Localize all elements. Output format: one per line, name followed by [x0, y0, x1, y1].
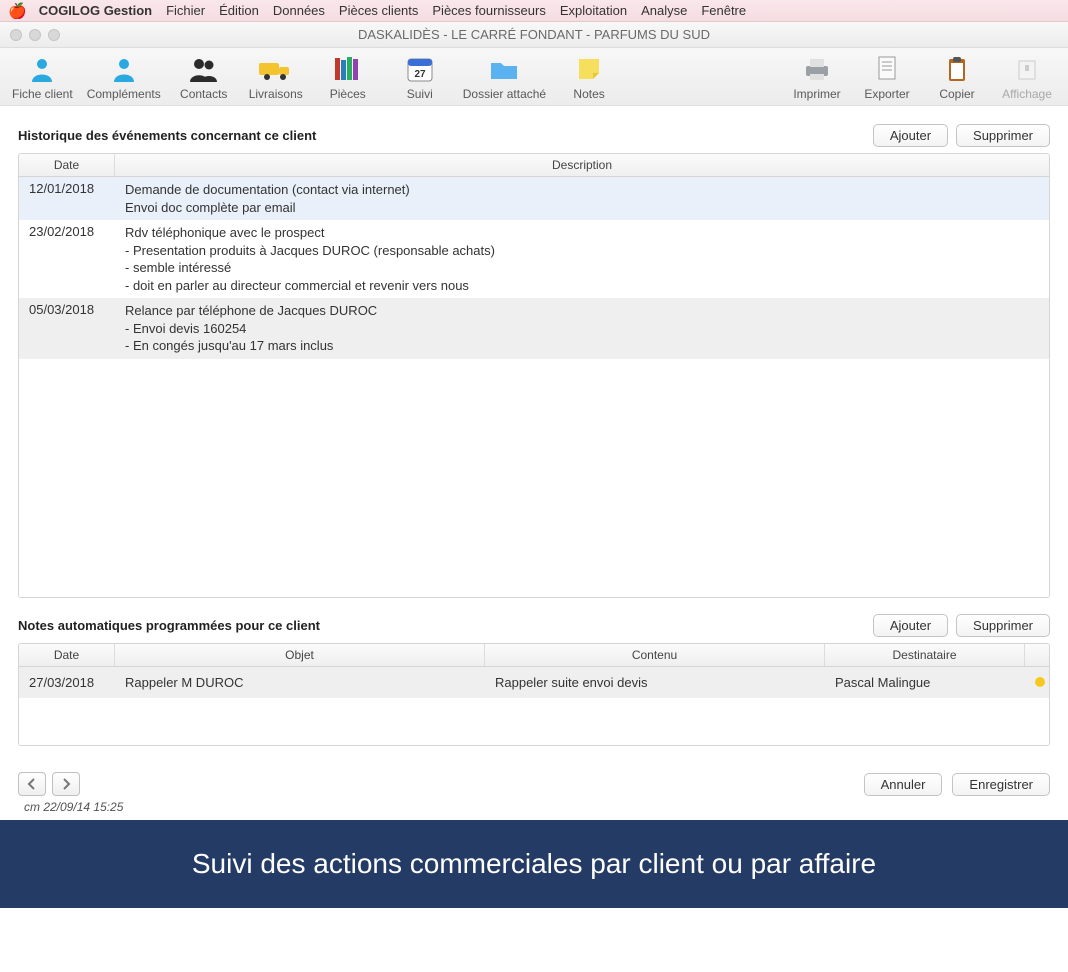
- toolbar-imprimer[interactable]: Imprimer: [788, 54, 846, 101]
- document-icon: [870, 54, 904, 84]
- history-date: 23/02/2018: [19, 224, 115, 239]
- notes-remove-button[interactable]: Supprimer: [956, 614, 1050, 637]
- toolbar-suivi[interactable]: 27 Suivi: [391, 54, 449, 101]
- toolbar-complements[interactable]: Compléments: [87, 54, 161, 101]
- notes-contenu: Rappeler suite envoi devis: [485, 671, 825, 694]
- folder-icon: [487, 54, 521, 84]
- switch-icon: [1010, 54, 1044, 84]
- notes-col-date[interactable]: Date: [19, 644, 115, 666]
- toolbar-label: Imprimer: [793, 87, 840, 101]
- person-blue-icon: [25, 54, 59, 84]
- toolbar-livraisons[interactable]: Livraisons: [247, 54, 305, 101]
- notes-add-button[interactable]: Ajouter: [873, 614, 948, 637]
- notes-col-destinataire[interactable]: Destinataire: [825, 644, 1025, 666]
- notes-col-objet[interactable]: Objet: [115, 644, 485, 666]
- history-title: Historique des événements concernant ce …: [18, 128, 316, 143]
- caption-banner: Suivi des actions commerciales par clien…: [0, 820, 1068, 908]
- history-section: Historique des événements concernant ce …: [18, 124, 1050, 598]
- toolbar-label: Exporter: [864, 87, 909, 101]
- toolbar-label: Dossier attaché: [463, 87, 546, 101]
- history-table: Date Description 12/01/2018 Demande de d…: [18, 153, 1050, 598]
- toolbar-label: Copier: [939, 87, 974, 101]
- window-title: DASKALIDÈS - LE CARRÉ FONDANT - PARFUMS …: [0, 27, 1068, 42]
- toolbar-dossier-attache[interactable]: Dossier attaché: [463, 54, 546, 101]
- toolbar: Fiche client Compléments Contacts Livrai…: [0, 48, 1068, 106]
- notes-destinataire: Pascal Malingue: [825, 671, 1025, 694]
- notes-status-cell: [1025, 671, 1049, 694]
- toolbar-label: Fiche client: [12, 87, 73, 101]
- menu-exploitation[interactable]: Exploitation: [560, 3, 627, 18]
- history-desc: Rdv téléphonique avec le prospect - Pres…: [115, 224, 1049, 294]
- footer-nav: Annuler Enregistrer: [0, 764, 1068, 800]
- toolbar-label: Notes: [573, 87, 604, 101]
- notes-col-status[interactable]: [1025, 644, 1049, 666]
- toolbar-affichage[interactable]: Affichage: [998, 54, 1056, 101]
- history-col-description[interactable]: Description: [115, 154, 1049, 176]
- next-button[interactable]: [52, 772, 80, 796]
- sticky-note-icon: [572, 54, 606, 84]
- menu-pieces-fournisseurs[interactable]: Pièces fournisseurs: [432, 3, 545, 18]
- save-button[interactable]: Enregistrer: [952, 773, 1050, 796]
- books-icon: [331, 54, 365, 84]
- menu-pieces-clients[interactable]: Pièces clients: [339, 3, 418, 18]
- toolbar-pieces[interactable]: Pièces: [319, 54, 377, 101]
- history-remove-button[interactable]: Supprimer: [956, 124, 1050, 147]
- notes-row[interactable]: 27/03/2018 Rappeler M DUROC Rappeler sui…: [19, 667, 1049, 698]
- notes-date: 27/03/2018: [19, 671, 115, 694]
- status-dot-icon: [1035, 677, 1045, 687]
- notes-table: Date Objet Contenu Destinataire 27/03/20…: [18, 643, 1050, 746]
- notes-col-contenu[interactable]: Contenu: [485, 644, 825, 666]
- apple-menu-icon[interactable]: 🍎: [8, 2, 27, 20]
- toolbar-exporter[interactable]: Exporter: [858, 54, 916, 101]
- clipboard-icon: [940, 54, 974, 84]
- history-row[interactable]: 12/01/2018 Demande de documentation (con…: [19, 177, 1049, 220]
- notes-title: Notes automatiques programmées pour ce c…: [18, 618, 320, 633]
- printer-icon: [800, 54, 834, 84]
- toolbar-notes[interactable]: Notes: [560, 54, 618, 101]
- history-date: 05/03/2018: [19, 302, 115, 317]
- window-titlebar: DASKALIDÈS - LE CARRÉ FONDANT - PARFUMS …: [0, 22, 1068, 48]
- arrow-left-icon: [26, 778, 38, 790]
- menu-analyse[interactable]: Analyse: [641, 3, 687, 18]
- arrow-right-icon: [60, 778, 72, 790]
- toolbar-label: Livraisons: [249, 87, 303, 101]
- history-desc: Demande de documentation (contact via in…: [115, 181, 1049, 216]
- cancel-button[interactable]: Annuler: [864, 773, 943, 796]
- people-icon: [187, 54, 221, 84]
- svg-text:27: 27: [414, 69, 426, 80]
- menu-edition[interactable]: Édition: [219, 3, 259, 18]
- history-col-date[interactable]: Date: [19, 154, 115, 176]
- history-desc: Relance par téléphone de Jacques DUROC -…: [115, 302, 1049, 355]
- notes-objet: Rappeler M DUROC: [115, 671, 485, 694]
- menu-fichier[interactable]: Fichier: [166, 3, 205, 18]
- history-row[interactable]: 23/02/2018 Rdv téléphonique avec le pros…: [19, 220, 1049, 298]
- app-name[interactable]: COGILOG Gestion: [39, 3, 152, 18]
- history-date: 12/01/2018: [19, 181, 115, 196]
- menu-fenetre[interactable]: Fenêtre: [701, 3, 746, 18]
- toolbar-label: Contacts: [180, 87, 227, 101]
- calendar-icon: 27: [403, 54, 437, 84]
- toolbar-fiche-client[interactable]: Fiche client: [12, 54, 73, 101]
- history-row[interactable]: 05/03/2018 Relance par téléphone de Jacq…: [19, 298, 1049, 359]
- toolbar-label: Pièces: [330, 87, 366, 101]
- truck-icon: [259, 54, 293, 84]
- person-cyan-icon: [107, 54, 141, 84]
- notes-section: Notes automatiques programmées pour ce c…: [18, 614, 1050, 746]
- toolbar-label: Affichage: [1002, 87, 1052, 101]
- toolbar-contacts[interactable]: Contacts: [175, 54, 233, 101]
- timestamp: cm 22/09/14 15:25: [0, 800, 1068, 820]
- toolbar-label: Suivi: [407, 87, 433, 101]
- system-menubar: 🍎 COGILOG Gestion Fichier Édition Donnée…: [0, 0, 1068, 22]
- toolbar-copier[interactable]: Copier: [928, 54, 986, 101]
- history-add-button[interactable]: Ajouter: [873, 124, 948, 147]
- prev-button[interactable]: [18, 772, 46, 796]
- menu-donnees[interactable]: Données: [273, 3, 325, 18]
- toolbar-label: Compléments: [87, 87, 161, 101]
